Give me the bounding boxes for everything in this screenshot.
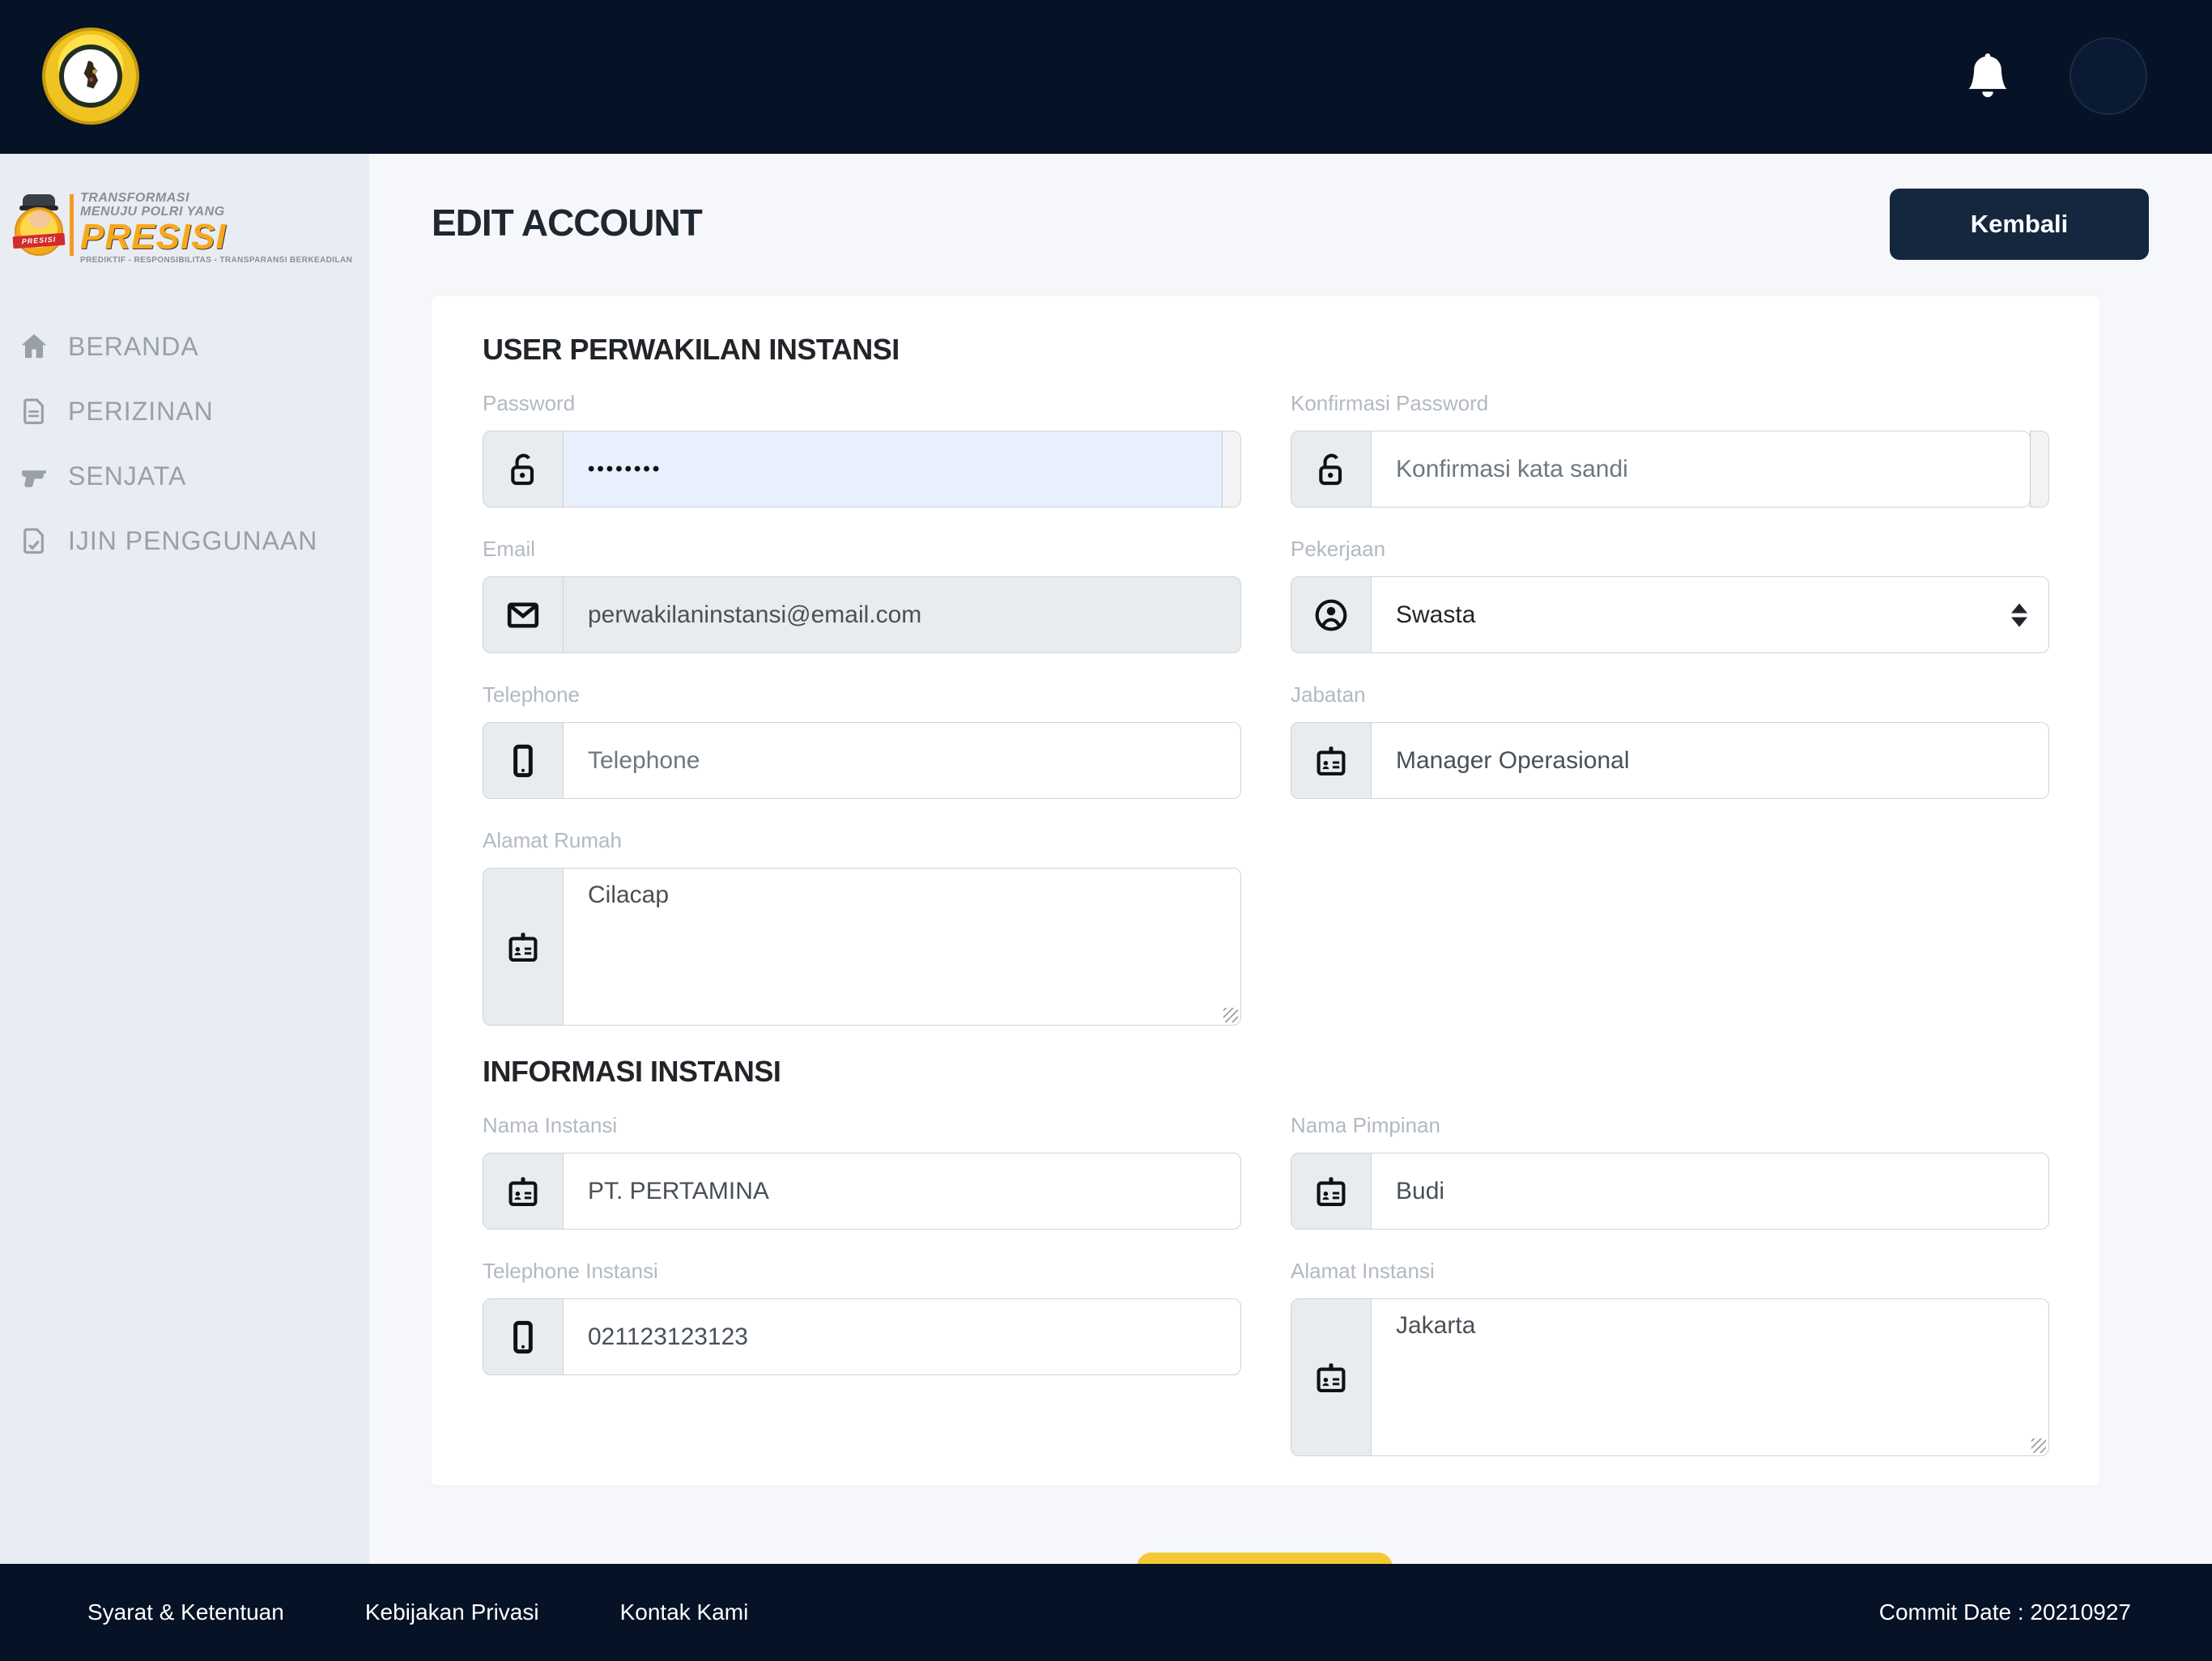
envelope-icon [483,576,564,653]
jabatan-label: Jabatan [1291,682,2049,707]
person-circle-icon [1291,576,1372,653]
sidebar-item-perizinan[interactable]: PERIZINAN [0,379,369,444]
sidebar-item-senjata[interactable]: SENJATA [0,444,369,508]
telephone-label: Telephone [483,682,1241,707]
telephone-input[interactable] [563,722,1241,799]
field-password: Password [483,391,1241,508]
section-heading-user: USER PERWAKILAN INSTANSI [483,333,2049,367]
alamat-rumah-label: Alamat Rumah [483,828,1241,853]
police-mascot: PRESISI [13,189,65,264]
badge-icon [1291,1153,1372,1230]
nama-pimpinan-input[interactable] [1371,1153,2049,1230]
field-email: Email [483,537,1241,653]
field-telephone-instansi: Telephone Instansi [483,1259,1241,1375]
field-alamat-rumah: Alamat Rumah Cilacap [483,828,1241,1026]
nama-instansi-label: Nama Instansi [483,1113,1241,1138]
presisi-brand-logo: PRESISI TRANSFORMASI MENUJU POLRI YANG P… [0,154,369,275]
telephone-instansi-input[interactable] [563,1298,1241,1375]
pekerjaan-selected-value: Swasta [1396,601,1475,629]
unlock-icon [483,431,564,508]
field-confirm-password: Konfirmasi Password [1291,391,2049,508]
brand-tagline: PREDIKTIF - RESPONSIBILITAS - TRANSPARAN… [80,257,352,266]
sidebar-item-label: PERIZINAN [68,397,214,427]
form-grid-instansi: Nama Instansi Nama Pimpinan Telephone In… [483,1113,2049,1485]
alamat-rumah-textarea[interactable]: Cilacap [563,868,1241,1026]
brand-text: TRANSFORMASI MENUJU POLRI YANG PRESISI P… [80,189,352,265]
pistol-icon [19,461,49,491]
page-title: EDIT ACCOUNT [432,201,702,244]
sidebar-item-label: SENJATA [68,461,186,491]
form-grid-user: Password Konfirmasi Password Email [483,391,2049,1055]
brand-line3: PRESISI [80,219,352,255]
brand-line1: TRANSFORMASI [80,191,352,205]
field-nama-pimpinan: Nama Pimpinan [1291,1113,2049,1230]
footer-links: Syarat & Ketentuan Kebijakan Privasi Kon… [0,1599,748,1625]
pekerjaan-label: Pekerjaan [1291,537,2049,562]
field-nama-instansi: Nama Instansi [483,1113,1241,1230]
field-jabatan: Jabatan [1291,682,2049,799]
alamat-instansi-textarea[interactable]: Jakarta [1371,1298,2049,1456]
telephone-instansi-label: Telephone Instansi [483,1259,1241,1284]
field-telephone: Telephone [483,682,1241,799]
email-label: Email [483,537,1241,562]
confirm-password-input-strip [2030,431,2049,508]
sidebar-menu: BERANDA PERIZINAN SENJATA IJIN PENGGUNAA… [0,314,369,573]
sidebar-item-label: BERANDA [68,332,199,362]
field-pekerjaan: Pekerjaan Swasta [1291,537,2049,653]
sidebar: PRESISI TRANSFORMASI MENUJU POLRI YANG P… [0,154,369,1564]
notification-bell-icon[interactable] [1966,50,2010,104]
emblem-inner [59,45,122,108]
confirm-password-label: Konfirmasi Password [1291,391,2049,416]
footer-link-kontak[interactable]: Kontak Kami [620,1599,749,1625]
sidebar-item-label: IJIN PENGGUNAAN [68,526,317,556]
sidebar-item-ijin-penggunaan[interactable]: IJIN PENGGUNAAN [0,508,369,573]
phone-icon [483,1298,564,1375]
password-label: Password [483,391,1241,416]
footer-link-kebijakan[interactable]: Kebijakan Privasi [365,1599,539,1625]
nama-pimpinan-label: Nama Pimpinan [1291,1113,2049,1138]
footer-bar: Syarat & Ketentuan Kebijakan Privasi Kon… [0,1564,2212,1661]
brand-divider [70,194,74,256]
select-arrows-icon [2011,603,2027,627]
document-check-icon [19,526,49,555]
password-input[interactable] [563,431,1223,508]
commit-date-text: Commit Date : 20210927 [1879,1599,2131,1625]
badge-icon [1291,722,1372,799]
phone-icon [483,722,564,799]
email-input [563,576,1241,653]
user-avatar[interactable] [2069,37,2147,115]
edit-account-card: USER PERWAKILAN INSTANSI Password Konfir… [432,296,2099,1485]
field-alamat-instansi: Alamat Instansi Jakarta [1291,1259,2049,1456]
badge-icon [483,1153,564,1230]
kembali-back-button[interactable]: Kembali [1890,189,2149,260]
nama-instansi-input[interactable] [563,1153,1241,1230]
top-header-bar [0,0,2212,154]
wayang-figure [70,56,111,96]
footer-link-syarat[interactable]: Syarat & Ketentuan [87,1599,284,1625]
badge-icon [1291,1298,1372,1456]
alamat-instansi-label: Alamat Instansi [1291,1259,2049,1284]
sidebar-item-beranda[interactable]: BERANDA [0,314,369,379]
confirm-password-input[interactable] [1371,431,2031,508]
password-input-strip [1222,431,1241,508]
unlock-icon [1291,431,1372,508]
jabatan-input[interactable] [1371,722,2049,799]
mascot-face [29,210,50,228]
section-heading-instansi: INFORMASI INSTANSI [483,1055,2049,1089]
home-icon [19,332,49,361]
pekerjaan-select[interactable]: Swasta [1371,576,2049,653]
intelkam-emblem-logo [42,28,139,125]
badge-icon [483,868,564,1026]
document-icon [19,397,49,426]
